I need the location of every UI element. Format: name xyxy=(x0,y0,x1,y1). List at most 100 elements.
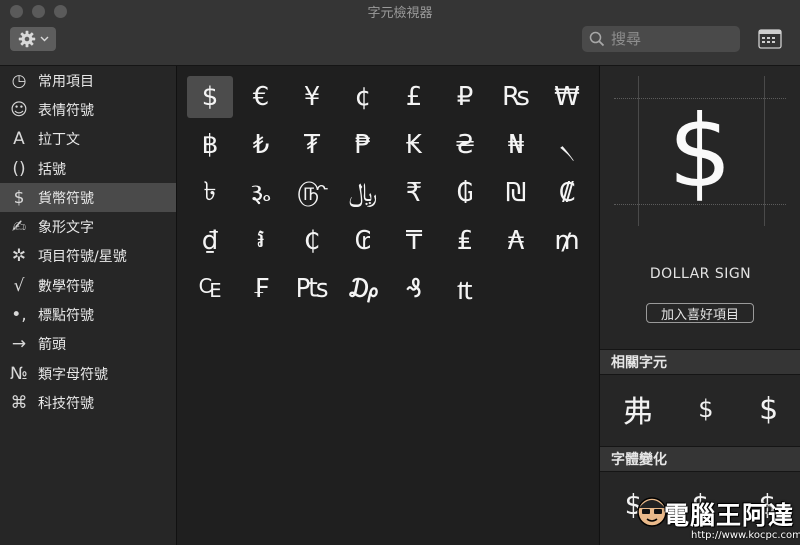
gear-icon xyxy=(18,30,35,48)
action-menu-button[interactable] xyxy=(10,27,56,51)
detail-pane: $ DOLLAR SIGN 加入喜好項目 相關字元 弗 $ $ 字體變化 $ $… xyxy=(599,66,800,545)
glyph-cell[interactable]: € xyxy=(238,76,284,118)
sidebar-item[interactable]: √ 數學符號 xyxy=(0,271,176,300)
sidebar-item-label: 貨幣符號 xyxy=(38,190,94,207)
glyph-cell[interactable]: ₦ xyxy=(493,124,539,166)
sidebar-item[interactable]: () 括號 xyxy=(0,154,176,183)
related-header-label: 相關字元 xyxy=(611,355,667,371)
sidebar-item[interactable]: ⌘ 科技符號 xyxy=(0,388,176,417)
related-characters: 弗 $ $ xyxy=(600,376,800,442)
pictograph-icon: ✍ xyxy=(11,217,27,238)
glyph-cell[interactable]: ₫ xyxy=(187,220,233,262)
glyph-cell[interactable]: ₩ xyxy=(544,76,590,118)
sidebar-item-label: 項目符號/星號 xyxy=(38,249,127,266)
sidebar-item[interactable]: $ 貨幣符號 xyxy=(0,183,176,213)
glyph-cell[interactable]: ₱ xyxy=(340,124,386,166)
glyph-preview: $ xyxy=(614,76,786,226)
sidebar-item-label: 標點符號 xyxy=(38,308,94,325)
glyph-cell[interactable]: ₳ xyxy=(493,220,539,262)
character-name: DOLLAR SIGN xyxy=(649,266,752,282)
glyph-cell[interactable]: $ xyxy=(187,76,233,118)
sidebar-item-label: 象形文字 xyxy=(38,220,94,237)
punctuation-icon: •, xyxy=(11,305,27,326)
glyph-cell[interactable]: £ xyxy=(391,76,437,118)
glyph-cell[interactable]: ₭ xyxy=(391,124,437,166)
glyph-cell[interactable]: ௹ xyxy=(289,172,335,214)
glyph-grid-area: $ € ¥ ¢ £ ₽ ₨ ₩ ฿ ₺ ₮ ₱ ₭ ₴ ₦ ৲ ৳ ૱ ௹ ﷼ ₹ ₲ ₪ ₡ ₫ ៛ ₵ ₢ ₸ ₤ ₳ ₥ ₠ ₣ ₧ ₯ ₰ ₶ xyxy=(177,66,598,545)
title-bar: 字元檢視器 xyxy=(0,0,800,66)
glyph-cell[interactable]: ฿ xyxy=(187,124,233,166)
arrow-icon: → xyxy=(11,334,27,355)
glyph-cell[interactable]: ₡ xyxy=(544,172,590,214)
glyph-cell[interactable]: ৳ xyxy=(187,172,233,214)
sidebar-item-label: 表情符號 xyxy=(38,102,94,119)
sidebar-item[interactable]: ✲ 項目符號/星號 xyxy=(0,242,176,271)
glyph-cell[interactable]: ₰ xyxy=(391,268,437,310)
related-characters-header: 相關字元 xyxy=(600,349,800,375)
command-icon: ⌘ xyxy=(10,392,28,413)
window-title: 字元檢視器 xyxy=(367,6,433,21)
glyph-cell[interactable]: ૱ xyxy=(238,172,284,214)
smiley-icon: ☺ xyxy=(10,99,28,120)
sidebar-item-label: 箭頭 xyxy=(38,337,66,354)
glyph-cell[interactable]: ﷼ xyxy=(340,172,386,214)
glyph-cell[interactable]: ₲ xyxy=(442,172,488,214)
glyph-cell[interactable]: ¢ xyxy=(340,76,386,118)
glyph-cell[interactable]: ₢ xyxy=(340,220,386,262)
search-input[interactable] xyxy=(611,30,731,48)
sidebar-item-label: 科技符號 xyxy=(38,395,94,412)
sidebar-item[interactable]: ☺ 表情符號 xyxy=(0,95,176,124)
related-char[interactable]: $ xyxy=(759,392,778,427)
glyph-cell[interactable]: ₴ xyxy=(442,124,488,166)
font-variation-header: 字體變化 xyxy=(600,446,800,472)
glyph-cell[interactable]: ₣ xyxy=(238,268,284,310)
watermark: 電腦王阿達 http://www.kocpc.com.tw xyxy=(636,492,800,545)
glyph-cell[interactable]: ₽ xyxy=(442,76,488,118)
glyph-cell[interactable]: ₺ xyxy=(238,124,284,166)
sidebar-item-label: 常用項目 xyxy=(38,73,94,90)
character-palette-toggle-icon[interactable] xyxy=(758,28,782,50)
sidebar-item-label: 數學符號 xyxy=(38,278,94,295)
glyph-cell[interactable]: ₥ xyxy=(544,220,590,262)
sidebar-item[interactable]: A 拉丁文 xyxy=(0,125,176,154)
add-to-favorites-button[interactable]: 加入喜好項目 xyxy=(646,303,754,323)
category-sidebar: ◷ 常用項目 ☺ 表情符號 A 拉丁文 () 括號 $ 貨幣符號 ✍ 象形文字 ✲ 項目符號/星號 √ 數學符… xyxy=(0,66,177,545)
glyph-cell[interactable]: ₤ xyxy=(442,220,488,262)
glyph-cell[interactable]: ₪ xyxy=(493,172,539,214)
glyph-cell[interactable]: ₸ xyxy=(391,220,437,262)
chevron-down-icon xyxy=(40,36,48,42)
glyph-cell[interactable]: ៛ xyxy=(238,220,284,262)
preview-glyph: $ xyxy=(668,92,732,210)
search-icon xyxy=(589,31,605,47)
glyph-cell[interactable]: ₯ xyxy=(340,268,386,310)
related-char[interactable]: 弗 xyxy=(623,387,653,431)
glyph-cell[interactable]: ₨ xyxy=(493,76,539,118)
glyph-cell[interactable]: ₵ xyxy=(289,220,335,262)
sidebar-item[interactable]: № 類字母符號 xyxy=(0,359,176,388)
sqrt-icon: √ xyxy=(13,275,25,296)
clock-icon: ◷ xyxy=(11,70,27,91)
numero-icon: № xyxy=(10,363,28,384)
glyph-cell[interactable]: ₶ xyxy=(442,268,488,310)
sidebar-item[interactable]: → 箭頭 xyxy=(0,330,176,359)
sidebar-item[interactable]: ✍ 象形文字 xyxy=(0,212,176,241)
related-char[interactable]: $ xyxy=(698,395,713,423)
sidebar-item-label: 拉丁文 xyxy=(38,132,80,149)
variation-header-label: 字體變化 xyxy=(611,452,667,468)
sidebar-item[interactable]: ◷ 常用項目 xyxy=(0,66,176,95)
sidebar-item[interactable]: •, 標點符號 xyxy=(0,300,176,329)
latin-a-icon: A xyxy=(13,129,25,150)
glyph-cell[interactable]: ¥ xyxy=(289,76,335,118)
glyph-cell[interactable]: ₹ xyxy=(391,172,437,214)
glyph-cell[interactable]: ₠ xyxy=(187,268,233,310)
asterisk-icon: ✲ xyxy=(11,246,27,267)
search-field[interactable] xyxy=(582,26,740,52)
glyph-cell[interactable]: ₮ xyxy=(289,124,335,166)
glyph-cell[interactable]: ₧ xyxy=(289,268,335,310)
watermark-url: http://www.kocpc.com.tw xyxy=(691,530,800,541)
glyph-grid: $ € ¥ ¢ £ ₽ ₨ ₩ ฿ ₺ ₮ ₱ ₭ ₴ ₦ ৲ ৳ ૱ ௹ ﷼ ₹ ₲ ₪ ₡ ₫ ៛ ₵ ₢ ₸ ₤ ₳ ₥ ₠ ₣ ₧ ₯ ₰ ₶ xyxy=(187,76,595,316)
sidebar-item-label: 括號 xyxy=(38,161,66,178)
glyph-cell[interactable]: ৲ xyxy=(544,124,590,166)
watermark-text: 電腦王阿達 xyxy=(664,501,795,530)
dollar-icon: $ xyxy=(13,187,25,208)
